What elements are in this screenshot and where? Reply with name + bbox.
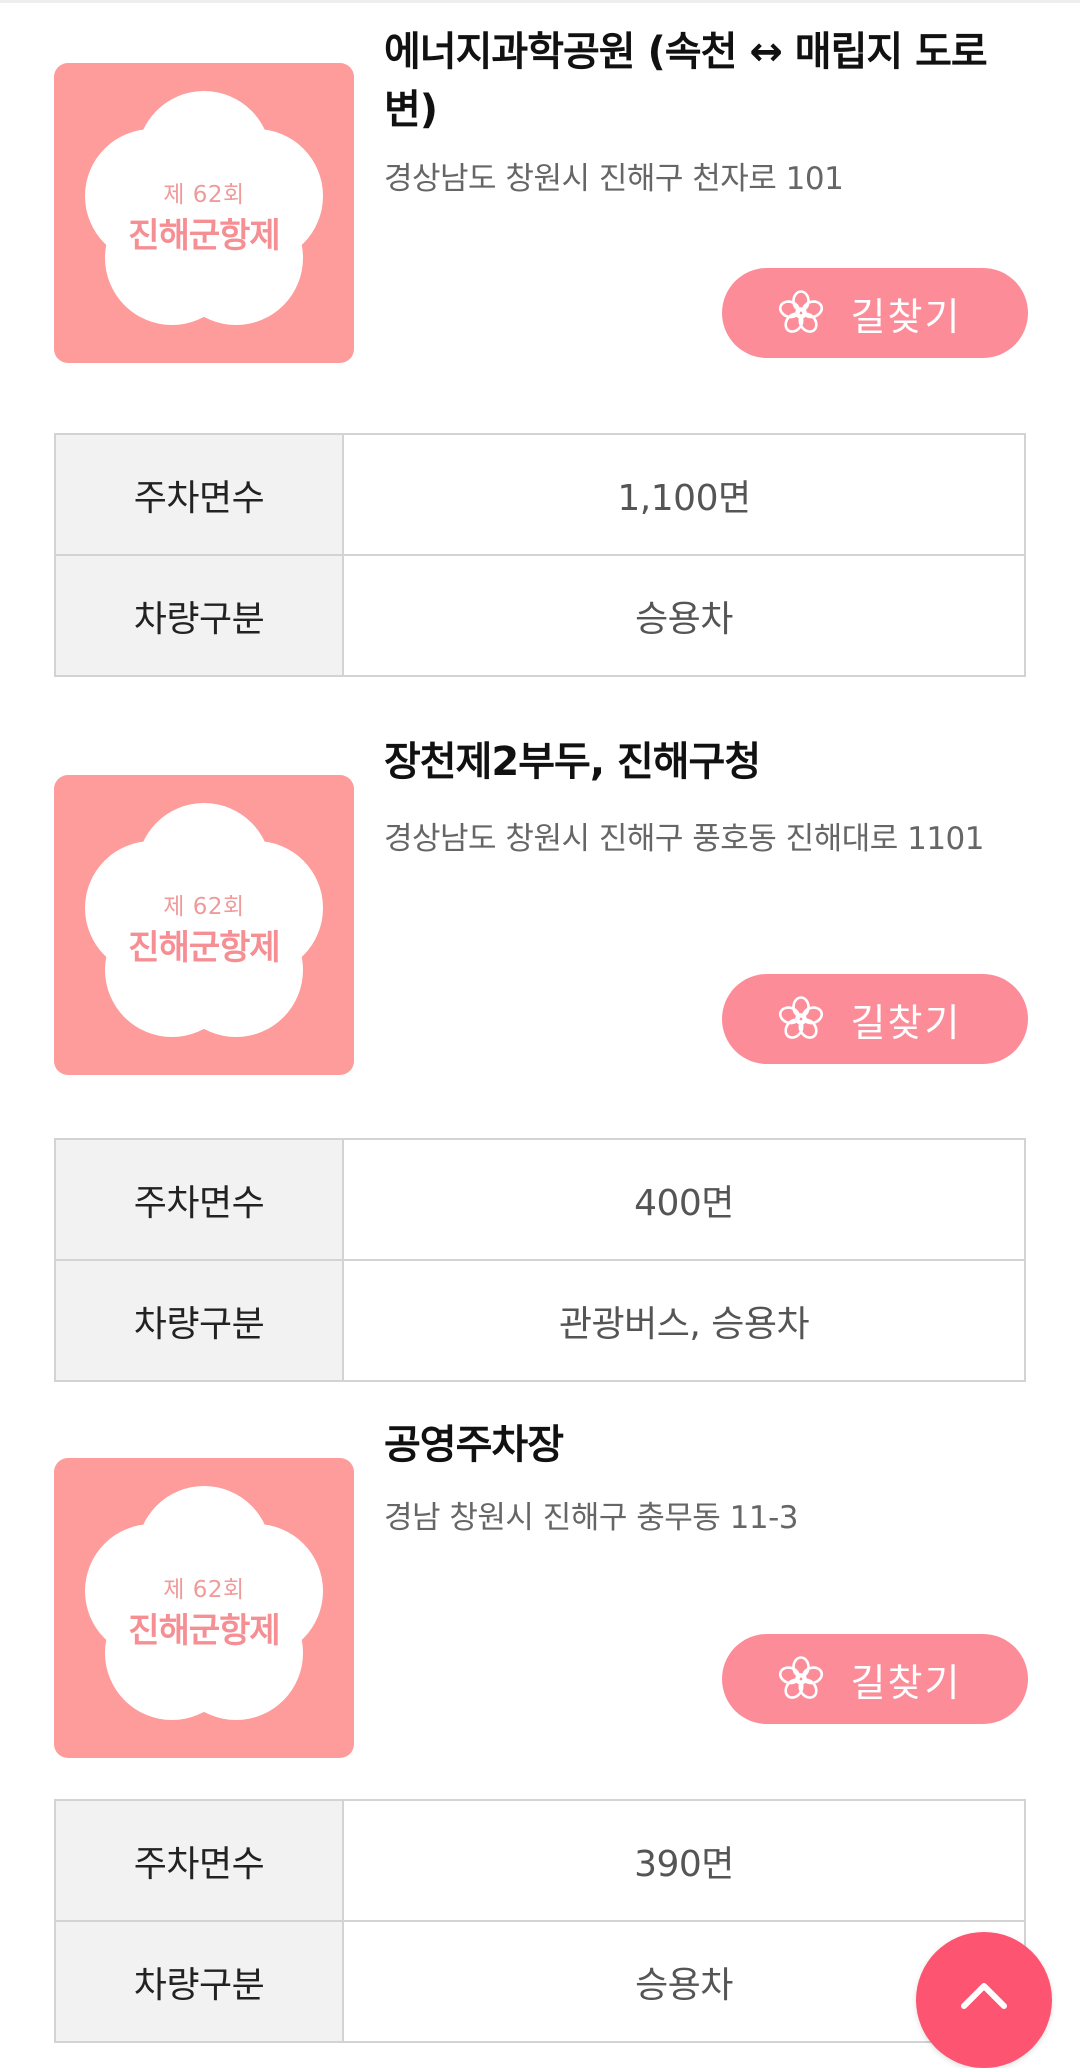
festival-name: 진해군항제: [128, 216, 280, 256]
parking-lot-title: 장천제2부두, 진해구청: [384, 739, 761, 785]
table-row: 주차면수 1,100면: [54, 433, 1026, 556]
parking-lot-title: 공영주차장: [384, 1422, 564, 1468]
directions-button[interactable]: 길찾기: [722, 974, 1028, 1064]
info-value-spaces: 390면: [342, 1799, 1026, 1922]
directions-button[interactable]: 길찾기: [722, 268, 1028, 358]
cherry-blossom-icon: [778, 1656, 823, 1699]
festival-edition: 제 62회: [163, 182, 245, 208]
festival-thumbnail: 제 62회 진해군항제: [54, 775, 354, 1075]
parking-lot-list: 제 62회 진해군항제 에너지과학공원 (속천 ↔ 매립지 도로변) 경상남도 …: [0, 0, 1080, 2050]
directions-button-label: 길찾기: [850, 1000, 962, 1045]
table-row: 차량구분 관광버스, 승용차: [54, 1259, 1026, 1382]
cherry-blossom-icon: [778, 996, 823, 1039]
table-row: 주차면수 400면: [54, 1138, 1026, 1261]
scroll-to-top-button[interactable]: [916, 1932, 1052, 2068]
directions-button-label: 길찾기: [850, 294, 962, 339]
info-label-spaces: 주차면수: [54, 1799, 344, 1922]
table-row: 차량구분 승용차: [54, 1920, 1026, 2043]
info-value-vehicle-type: 관광버스, 승용차: [342, 1259, 1026, 1382]
parking-lot-address: 경상남도 창원시 진해구 천자로 101: [384, 161, 844, 197]
info-label-vehicle-type: 차량구분: [54, 1259, 344, 1382]
info-value-spaces: 400면: [342, 1138, 1026, 1261]
directions-button[interactable]: 길찾기: [722, 1634, 1028, 1724]
info-label-vehicle-type: 차량구분: [54, 1920, 344, 2043]
table-row: 주차면수 390면: [54, 1799, 1026, 1922]
parking-info-table: 주차면수 1,100면 차량구분 승용차: [54, 433, 1026, 677]
info-label-spaces: 주차면수: [54, 1138, 344, 1261]
festival-name: 진해군항제: [128, 928, 280, 968]
chevron-up-icon: [961, 1983, 1007, 2009]
info-label-spaces: 주차면수: [54, 433, 344, 556]
parking-lot-address: 경상남도 창원시 진해구 풍호동 진해대로 1101: [384, 821, 985, 857]
parking-lot-address: 경남 창원시 진해구 충무동 11-3: [384, 1500, 799, 1536]
info-label-vehicle-type: 차량구분: [54, 554, 344, 677]
festival-name: 진해군항제: [128, 1611, 280, 1651]
festival-edition: 제 62회: [163, 1577, 245, 1603]
parking-info-table: 주차면수 390면 차량구분 승용차: [54, 1799, 1026, 2043]
info-value-vehicle-type: 승용차: [342, 554, 1026, 677]
table-row: 차량구분 승용차: [54, 554, 1026, 677]
parking-lot-title: 에너지과학공원 (속천 ↔ 매립지 도로변): [384, 29, 988, 133]
directions-button-label: 길찾기: [850, 1660, 962, 1705]
cherry-blossom-icon: [778, 290, 823, 333]
festival-edition: 제 62회: [163, 894, 245, 920]
festival-thumbnail: 제 62회 진해군항제: [54, 1458, 354, 1758]
info-value-spaces: 1,100면: [342, 433, 1026, 556]
parking-info-table: 주차면수 400면 차량구분 관광버스, 승용차: [54, 1138, 1026, 1382]
festival-thumbnail: 제 62회 진해군항제: [54, 63, 354, 363]
